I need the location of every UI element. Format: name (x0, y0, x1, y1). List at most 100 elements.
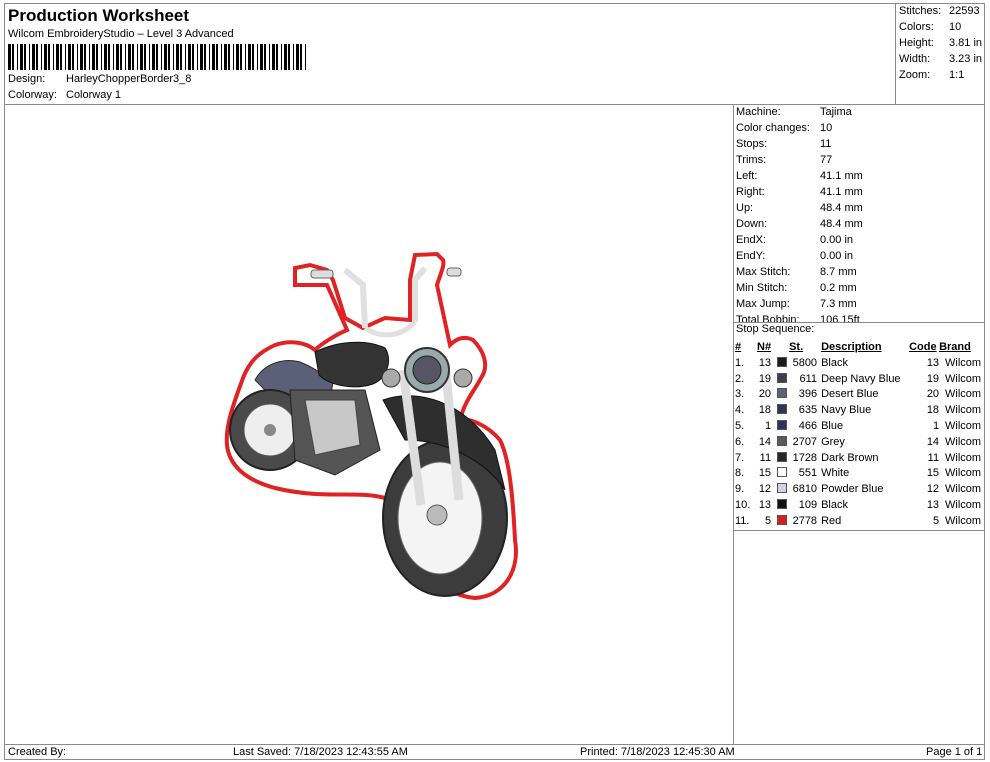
color-swatch (777, 435, 788, 446)
color-swatch (777, 388, 788, 399)
stat-label: Colors: (899, 21, 934, 33)
barcode-bar (60, 44, 62, 70)
page-title: Production Worksheet (8, 6, 190, 25)
row-swatch (775, 497, 789, 513)
row-needle: 12 (758, 483, 772, 496)
design-label: Design: (8, 73, 46, 85)
motorcycle-embroidery-image (224, 251, 518, 600)
row-index: 4. (735, 404, 745, 417)
info-value: Tajima (820, 106, 852, 118)
barcode-bar (12, 44, 14, 70)
info-value: 10 (820, 122, 833, 134)
info-label: Down: (736, 218, 768, 230)
stat-row: Height: 3.81 in (899, 37, 982, 53)
barcode-bar (48, 44, 50, 70)
barcode-bar (68, 44, 71, 70)
stat-label: Width: (899, 53, 931, 65)
barcode-bar (137, 44, 138, 70)
row-needle: 13 (758, 499, 772, 512)
barcode-bar (276, 44, 278, 70)
barcode-bar (296, 44, 299, 70)
machine-info-panel: Machine: Tajima Color changes: 10 Stops: 11… (734, 105, 984, 744)
col-code: Code (909, 341, 937, 353)
row-stitches: 466 (798, 420, 818, 433)
row-code: 19 (926, 372, 940, 385)
barcode-bar (173, 44, 174, 70)
barcode-image (8, 44, 306, 70)
row-swatch (775, 466, 789, 482)
barcode-bar (108, 44, 110, 70)
header: Production Worksheet Wilcom EmbroiderySt… (5, 4, 896, 105)
info-label: Up: (736, 202, 754, 214)
info-value: 41.1 mm (820, 186, 863, 198)
row-code: 14 (926, 435, 940, 448)
barcode-bar (84, 44, 86, 70)
row-needle: 19 (758, 372, 772, 385)
barcode-bar (180, 44, 182, 70)
col-needle: N# (757, 341, 772, 353)
row-code: 12 (926, 483, 940, 496)
page-number: Page 1 of 1 (926, 746, 983, 758)
table-row: 2. 19 611 Deep Navy Blue 19 Wilcom (735, 371, 981, 387)
barcode-bar (80, 44, 83, 70)
barcode-bar (185, 44, 186, 70)
row-brand: Wilcom (945, 372, 982, 385)
row-brand: Wilcom (945, 404, 982, 417)
barcode-bar (269, 44, 270, 70)
row-brand: Wilcom (945, 356, 982, 369)
info-value: 0.2 mm (820, 282, 857, 294)
row-index: 11. (735, 514, 750, 527)
row-needle: 15 (758, 467, 772, 480)
color-swatch (777, 372, 788, 383)
barcode-bar (233, 44, 234, 70)
barcode-bar (305, 44, 306, 70)
barcode-bar (236, 44, 239, 70)
barcode-bar (149, 44, 150, 70)
info-row: Max Stitch: 8.7 mm (736, 266, 857, 282)
row-needle: 14 (758, 435, 772, 448)
info-row: Stops: 11 (736, 138, 831, 154)
table-row: 7. 11 1728 Dark Brown 11 Wilcom (735, 450, 981, 466)
info-row: Down: 48.4 mm (736, 218, 863, 234)
stat-label: Stitches: (899, 5, 942, 17)
table-row: 3. 20 396 Desert Blue 20 Wilcom (735, 387, 981, 403)
barcode-bar (44, 44, 47, 70)
row-swatch (775, 450, 789, 466)
info-value: 41.1 mm (820, 170, 863, 182)
barcode-bar (116, 44, 119, 70)
barcode-bar (24, 44, 26, 70)
row-description: Blue (821, 420, 844, 433)
barcode-bar (92, 44, 95, 70)
barcode-bar (161, 44, 162, 70)
col-brand: Brand (939, 341, 971, 353)
row-description: Desert Blue (821, 388, 879, 401)
info-label: EndY: (736, 250, 766, 262)
barcode-bar (36, 44, 38, 70)
row-stitches: 5800 (792, 356, 818, 369)
row-needle: 18 (758, 404, 772, 417)
barcode-bar (104, 44, 107, 70)
info-value: 0.00 in (820, 234, 854, 246)
row-swatch (775, 355, 789, 371)
row-stitches: 6810 (792, 483, 818, 496)
info-row: EndX: 0.00 in (736, 234, 853, 250)
barcode-bar (152, 44, 155, 70)
worksheet: Production Worksheet Wilcom EmbroiderySt… (4, 3, 985, 760)
barcode-bar (248, 44, 251, 70)
row-code: 13 (926, 356, 940, 369)
row-brand: Wilcom (945, 483, 982, 496)
row-description: Deep Navy Blue (821, 372, 901, 385)
table-row: 5. 1 466 Blue 1 Wilcom (735, 418, 981, 434)
row-index: 3. (735, 388, 745, 401)
barcode-bar (120, 44, 122, 70)
info-row: Color changes: 10 (736, 122, 832, 138)
barcode-bar (281, 44, 282, 70)
divider (734, 530, 984, 531)
row-description: Grey (821, 435, 845, 448)
barcode-bar (221, 44, 222, 70)
info-label: Color changes: (736, 122, 810, 134)
stat-value: 3.81 in (949, 37, 983, 49)
table-row: 1. 13 5800 Black 13 Wilcom (735, 355, 981, 371)
row-swatch (775, 513, 789, 529)
info-label: Left: (736, 170, 758, 182)
